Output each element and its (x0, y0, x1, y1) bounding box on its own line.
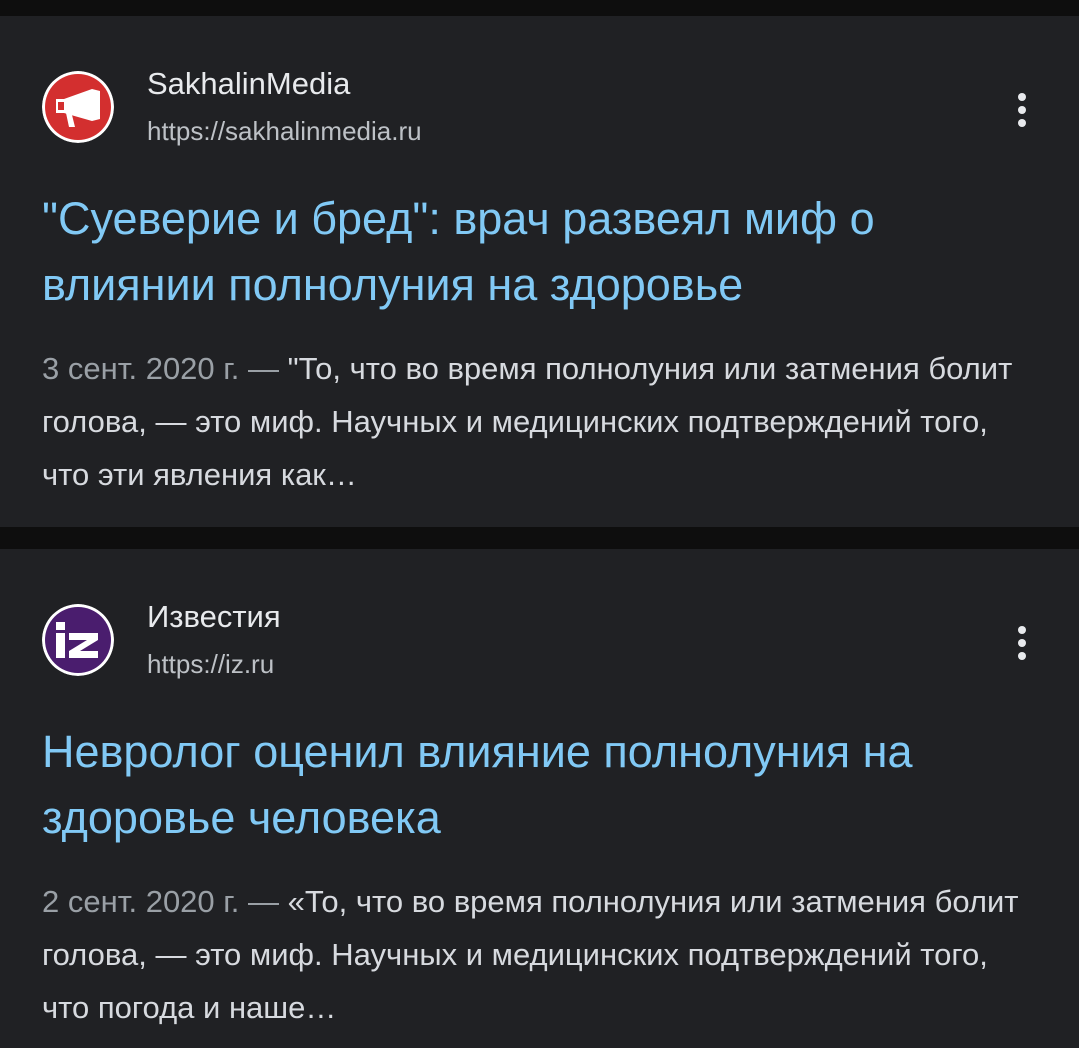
result-source[interactable]: Известия https://iz.ru (42, 599, 1042, 679)
more-options-button[interactable] (1000, 621, 1044, 665)
result-title-link[interactable]: "Суеверие и бред": врач развеял миф о вл… (42, 186, 1042, 318)
more-options-button[interactable] (1000, 88, 1044, 132)
search-results-page: SakhalinMedia https://sakhalinmedia.ru "… (0, 0, 1079, 1048)
iz-logo-icon (42, 604, 114, 676)
dot-icon (1018, 106, 1026, 114)
result-title-link[interactable]: Невролог оценил влияние полнолуния на зд… (42, 719, 1042, 851)
result-snippet: 2 сент. 2020 г. — «То, что во время полн… (42, 875, 1042, 1034)
source-url: https://sakhalinmedia.ru (147, 116, 422, 146)
result-card: Известия https://iz.ru Невролог оценил в… (0, 549, 1079, 1048)
source-name: Известия (147, 599, 281, 634)
dot-icon (1018, 119, 1026, 127)
result-date: 2 сент. 2020 г. — (42, 884, 288, 919)
dot-icon (1018, 93, 1026, 101)
dot-icon (1018, 639, 1026, 647)
dot-icon (1018, 626, 1026, 634)
result-card: SakhalinMedia https://sakhalinmedia.ru "… (0, 16, 1079, 527)
result-source[interactable]: SakhalinMedia https://sakhalinmedia.ru (42, 66, 1042, 146)
source-url: https://iz.ru (147, 649, 275, 679)
megaphone-icon (42, 71, 114, 143)
result-snippet: 3 сент. 2020 г. — "То, что во время полн… (42, 342, 1042, 501)
source-name: SakhalinMedia (147, 66, 351, 101)
result-date: 3 сент. 2020 г. — (42, 351, 288, 386)
dot-icon (1018, 652, 1026, 660)
